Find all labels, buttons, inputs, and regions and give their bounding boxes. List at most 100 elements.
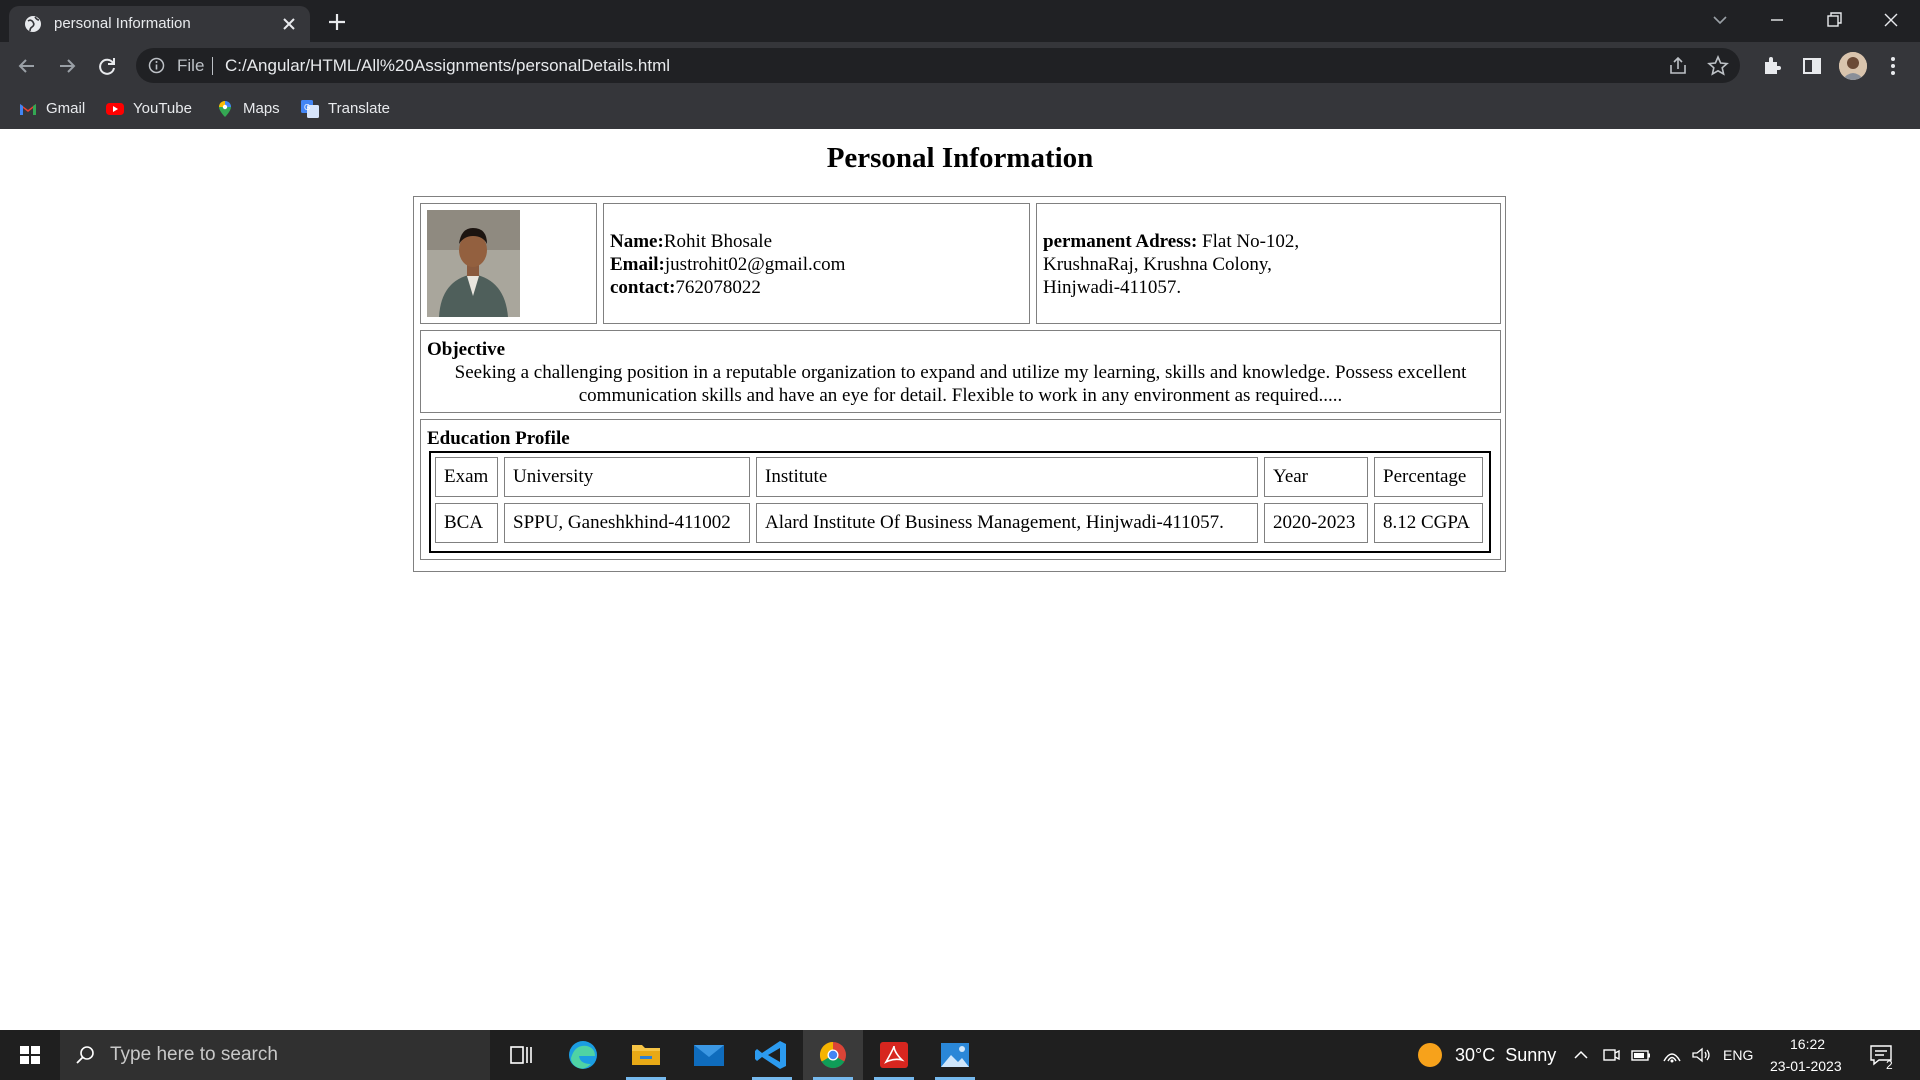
translate-icon: G bbox=[301, 100, 319, 118]
forward-icon[interactable] bbox=[52, 51, 82, 81]
site-info-icon[interactable] bbox=[148, 57, 165, 74]
address-label: permanent Adress: bbox=[1043, 231, 1198, 252]
contact-value: 762078022 bbox=[675, 277, 761, 298]
svg-text:G: G bbox=[304, 103, 310, 112]
bookmark-label: Maps bbox=[243, 100, 280, 117]
education-table: Exam University Institute Year Percentag… bbox=[429, 451, 1491, 553]
clock-time[interactable]: 16:22 bbox=[1790, 1034, 1825, 1054]
url-text[interactable]: C:/Angular/HTML/All%20Assignments/person… bbox=[225, 56, 670, 76]
table-cell-exam: BCA bbox=[435, 503, 498, 543]
address-bar[interactable]: File C:/Angular/HTML/All%20Assignments/p… bbox=[136, 48, 1740, 83]
maps-icon bbox=[219, 101, 231, 117]
person-portrait-icon bbox=[427, 210, 520, 317]
minimize-icon[interactable] bbox=[1762, 7, 1792, 33]
search-icon bbox=[76, 1046, 94, 1064]
column-header-university: University bbox=[504, 457, 750, 497]
column-header-year: Year bbox=[1264, 457, 1368, 497]
bookmark-label: Translate bbox=[328, 100, 390, 117]
chevron-up-icon[interactable] bbox=[1571, 1045, 1591, 1065]
sun-weather-icon[interactable] bbox=[1417, 1042, 1443, 1068]
task-view-button[interactable] bbox=[490, 1030, 550, 1080]
bookmark-label: Gmail bbox=[46, 100, 86, 117]
notification-count-badge: 2 bbox=[1886, 1058, 1893, 1072]
close-window-icon[interactable] bbox=[1876, 7, 1906, 33]
tab-search-icon[interactable] bbox=[1705, 7, 1735, 33]
objective-text: Seeking a challenging position in a repu… bbox=[454, 362, 1467, 406]
objective-cell: Objective Seeking a challenging position… bbox=[420, 330, 1501, 413]
taskbar-app-acrobat[interactable] bbox=[864, 1030, 924, 1080]
objective-heading: Objective bbox=[427, 339, 506, 360]
language-indicator[interactable]: ENG bbox=[1723, 1045, 1753, 1065]
taskbar-search-box[interactable]: Type here to search bbox=[60, 1030, 490, 1080]
table-cell-university: SPPU, Ganeshkhind-411002 bbox=[504, 503, 750, 543]
taskbar-app-photos[interactable] bbox=[925, 1030, 985, 1080]
bookmark-youtube[interactable]: YouTube bbox=[106, 97, 196, 121]
contact-cell: Name:Rohit Bhosale Email:justrohit02@gma… bbox=[603, 203, 1030, 324]
mail-icon bbox=[694, 1045, 724, 1066]
task-view-icon bbox=[510, 1046, 532, 1064]
profile-photo-icon bbox=[1839, 52, 1867, 80]
address-cell: permanent Adress: Flat No-102, KrushnaRa… bbox=[1036, 203, 1501, 324]
column-header-percentage: Percentage bbox=[1374, 457, 1483, 497]
reload-icon[interactable] bbox=[92, 51, 122, 81]
photo-cell bbox=[420, 203, 597, 324]
share-icon[interactable] bbox=[1667, 55, 1689, 77]
contact-label: contact: bbox=[610, 277, 676, 298]
close-tab-icon[interactable] bbox=[278, 13, 300, 35]
restore-icon[interactable] bbox=[1819, 7, 1849, 33]
chrome-icon bbox=[819, 1041, 846, 1069]
battery-icon[interactable] bbox=[1630, 1045, 1652, 1065]
browser-tab-bar: personal Information bbox=[0, 0, 1920, 42]
taskbar-app-file-explorer[interactable] bbox=[616, 1030, 676, 1080]
web-page: Personal Information Name:Rohit Bhosale … bbox=[0, 129, 1920, 1030]
windows-taskbar: Type here to search 30°C Sunny ENG 16:22… bbox=[0, 1030, 1920, 1080]
address-line-3: Hinjwadi-411057. bbox=[1043, 277, 1182, 298]
name-line: Name:Rohit Bhosale bbox=[610, 230, 1029, 253]
volume-icon[interactable] bbox=[1690, 1045, 1712, 1065]
address-line-2: KrushnaRaj, Krushna Colony, bbox=[1043, 254, 1272, 275]
wifi-icon[interactable] bbox=[1661, 1045, 1683, 1065]
education-heading: Education Profile bbox=[427, 428, 570, 449]
education-cell: Education Profile Exam University Instit… bbox=[420, 419, 1501, 560]
taskbar-app-edge[interactable] bbox=[553, 1030, 613, 1080]
new-tab-icon[interactable] bbox=[324, 9, 350, 35]
column-header-institute: Institute bbox=[756, 457, 1258, 497]
browser-tab[interactable]: personal Information bbox=[9, 6, 310, 42]
side-panel-icon[interactable] bbox=[1799, 53, 1825, 79]
gmail-icon bbox=[20, 104, 36, 115]
column-header-exam: Exam bbox=[435, 457, 498, 497]
photos-icon bbox=[941, 1043, 969, 1067]
extensions-icon[interactable] bbox=[1759, 53, 1785, 79]
vscode-icon bbox=[755, 1041, 786, 1069]
windows-start-icon[interactable] bbox=[0, 1030, 60, 1080]
back-icon[interactable] bbox=[12, 51, 42, 81]
bookmark-label: YouTube bbox=[133, 100, 192, 117]
tab-title: personal Information bbox=[54, 15, 191, 32]
bookmark-translate[interactable]: G Translate bbox=[301, 97, 396, 121]
youtube-icon bbox=[106, 103, 124, 115]
profile-avatar[interactable] bbox=[1839, 52, 1867, 80]
email-line: Email:justrohit02@gmail.com bbox=[610, 253, 1029, 276]
menu-kebab-icon[interactable] bbox=[1880, 53, 1906, 79]
phone-line: contact:762078022 bbox=[610, 276, 1029, 299]
taskbar-app-chrome[interactable] bbox=[803, 1030, 863, 1080]
folder-icon bbox=[632, 1045, 660, 1065]
address-line1-value: Flat No-102, bbox=[1197, 231, 1300, 252]
url-scheme: File bbox=[177, 56, 205, 75]
weather-text[interactable]: 30°C Sunny bbox=[1455, 1045, 1556, 1065]
search-placeholder: Type here to search bbox=[110, 1044, 278, 1065]
table-cell-institute: Alard Institute Of Business Management, … bbox=[756, 503, 1258, 543]
taskbar-app-vscode[interactable] bbox=[742, 1030, 802, 1080]
bookmark-maps[interactable]: Maps bbox=[216, 97, 286, 121]
bookmark-gmail[interactable]: Gmail bbox=[19, 97, 89, 121]
email-value: justrohit02@gmail.com bbox=[664, 254, 846, 275]
name-value: Rohit Bhosale bbox=[663, 231, 773, 252]
clock-date[interactable]: 23-01-2023 bbox=[1770, 1056, 1842, 1076]
taskbar-app-mail[interactable] bbox=[679, 1030, 739, 1080]
page-title: Personal Information bbox=[826, 142, 1094, 174]
meet-now-icon[interactable] bbox=[1601, 1045, 1621, 1065]
table-cell-year: 2020-2023 bbox=[1264, 503, 1368, 543]
profile-photo bbox=[427, 210, 520, 317]
acrobat-icon bbox=[880, 1042, 908, 1068]
bookmark-star-icon[interactable] bbox=[1707, 55, 1729, 77]
